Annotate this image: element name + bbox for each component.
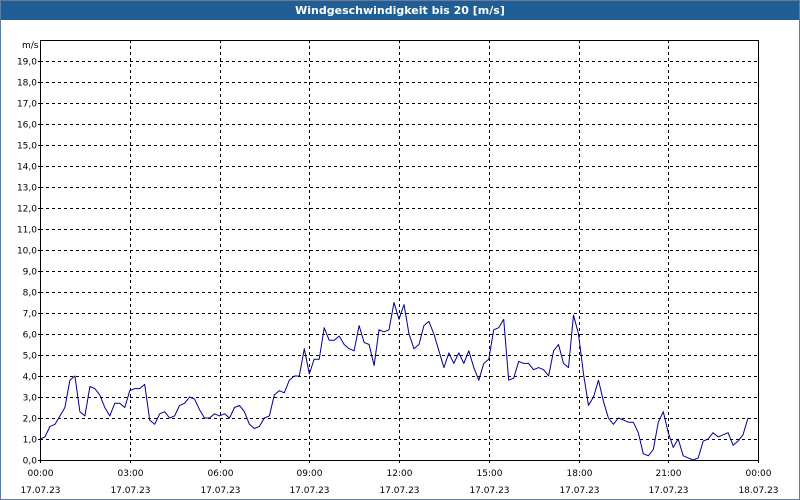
y-tick-label: 16,0: [17, 121, 37, 131]
x-tick-time-label: 18:00: [567, 469, 593, 479]
x-tick-date-label: 17.07.23: [110, 486, 150, 496]
grid: [40, 40, 758, 460]
series-line-wind-speed: [39, 302, 749, 461]
x-tick-time-label: 03:00: [118, 469, 144, 479]
y-axis-ticks: 0,0 1,0 2,0 3,0 4,0 5,0 6,0 7,0 8,0 9,0 10,0 11,0 12…: [17, 58, 40, 467]
y-tick-label: 14,0: [17, 163, 37, 173]
x-tick-date-label: 17.07.23: [648, 486, 688, 496]
x-tick-time-label: 00:00: [746, 469, 772, 479]
x-tick-date-label: 17.07.23: [559, 486, 599, 496]
y-tick-label: 7,0: [23, 310, 38, 320]
x-tick-time-label: 00:00: [28, 469, 54, 479]
y-tick-label: 15,0: [17, 142, 37, 152]
y-tick-label: 10,0: [17, 247, 37, 257]
y-tick-label: 19,0: [17, 58, 37, 68]
y-axis-unit-label: m/s: [22, 41, 39, 51]
y-tick-label: 11,0: [17, 226, 37, 236]
y-tick-label: 8,0: [23, 289, 38, 299]
y-tick-label: 17,0: [17, 100, 37, 110]
x-axis-ticks: 00:00 17.07.23 03:00 17.07.23 06:00 17.07.23 0…: [20, 460, 779, 496]
y-tick-label: 1,0: [23, 436, 38, 446]
y-tick-label: 3,0: [23, 394, 38, 404]
x-tick-date-label: 17.07.23: [469, 486, 509, 496]
x-tick-date-label: 17.07.23: [379, 486, 419, 496]
y-tick-label: 5,0: [23, 352, 38, 362]
x-tick-date-label: 17.07.23: [200, 486, 240, 496]
x-tick-date-label: 17.07.23: [289, 486, 329, 496]
y-tick-label: 6,0: [23, 331, 38, 341]
y-tick-label: 18,0: [17, 79, 37, 89]
x-tick-date-label: 17.07.23: [20, 486, 60, 496]
y-tick-label: 2,0: [23, 415, 38, 425]
y-tick-label: 13,0: [17, 184, 37, 194]
y-tick-label: 9,0: [23, 268, 38, 278]
series-group: [39, 302, 749, 461]
y-tick-label: 12,0: [17, 205, 37, 215]
y-tick-label: 4,0: [23, 373, 38, 383]
x-tick-time-label: 09:00: [297, 469, 323, 479]
x-tick-time-label: 21:00: [656, 469, 682, 479]
x-tick-time-label: 12:00: [387, 469, 413, 479]
wind-speed-chart: 0,0 1,0 2,0 3,0 4,0 5,0 6,0 7,0 8,0 9,0 10,0 11,0 12…: [17, 40, 779, 496]
y-tick-label: 0,0: [23, 457, 38, 467]
x-tick-time-label: 15:00: [477, 469, 503, 479]
x-tick-date-label: 18.07.23: [738, 486, 778, 496]
x-tick-time-label: 06:00: [208, 469, 234, 479]
